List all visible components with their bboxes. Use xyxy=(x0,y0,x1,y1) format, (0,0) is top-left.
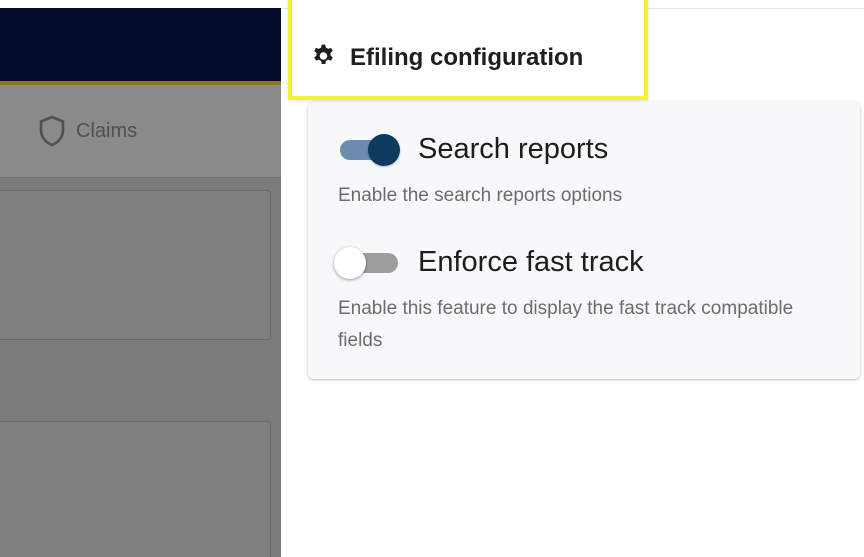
gear-icon xyxy=(311,43,336,73)
nav-tab-label: Claims xyxy=(76,119,138,142)
search-reports-description: Enable the search reports options xyxy=(338,185,623,206)
toggle-row: Search reports xyxy=(338,132,838,166)
background-top-strip xyxy=(0,0,281,8)
app-header xyxy=(0,8,281,81)
app-nav-bar: Claims xyxy=(0,85,281,178)
toggle-thumb xyxy=(334,247,366,279)
shield-icon xyxy=(38,115,66,147)
enforce-fast-track-toggle[interactable] xyxy=(334,245,402,279)
drawer-title: Efiling configuration xyxy=(350,44,584,71)
drawer-title-row: Efiling configuration xyxy=(311,43,583,73)
background-app: Claims xyxy=(0,0,281,557)
nav-tab-claims[interactable]: Claims xyxy=(38,115,137,147)
setting-search-reports: Search reports Enable the search reports… xyxy=(338,132,838,212)
search-reports-label[interactable]: Search reports xyxy=(418,133,608,166)
background-card xyxy=(0,421,271,557)
setting-enforce-fast-track: Enforce fast track Enable this feature t… xyxy=(334,245,838,357)
settings-card: Search reports Enable the search reports… xyxy=(308,102,860,379)
efiling-configuration-drawer: Efiling configuration Search reports Ena… xyxy=(281,0,864,557)
search-reports-toggle[interactable] xyxy=(338,132,402,166)
enforce-fast-track-label[interactable]: Enforce fast track xyxy=(418,246,644,279)
toggle-row: Enforce fast track xyxy=(334,245,838,279)
enforce-fast-track-description: Enable this feature to display the fast … xyxy=(338,298,794,351)
background-card xyxy=(0,190,271,340)
toggle-thumb xyxy=(368,134,400,166)
